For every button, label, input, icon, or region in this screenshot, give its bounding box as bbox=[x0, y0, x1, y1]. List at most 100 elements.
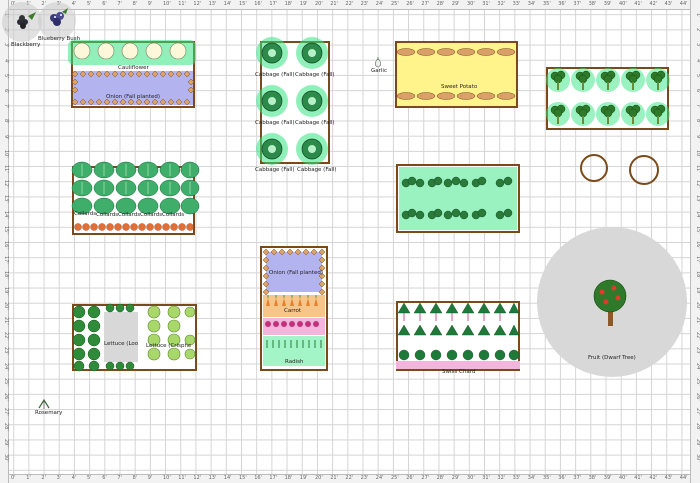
lettuce-plants bbox=[72, 303, 196, 372]
ruler-tick-label: 15' bbox=[3, 225, 9, 234]
ruler-tick-label: 23' bbox=[360, 475, 369, 481]
ruler-tick-label: 18' bbox=[284, 1, 293, 7]
ruler-tick-label: 18' bbox=[695, 271, 700, 280]
ruler-tick-label: 9' bbox=[695, 134, 700, 140]
ruler-tick-label: 27' bbox=[421, 1, 430, 7]
ruler-tick-label: 28' bbox=[695, 423, 700, 432]
ruler-tick-label: 31' bbox=[482, 475, 490, 481]
ruler-tick-label: 37' bbox=[573, 475, 582, 481]
lettuce-loose-label: Lettuce (Loo bbox=[104, 341, 139, 347]
ruler-tick-label: 8' bbox=[695, 119, 700, 124]
ruler-tick-label: 7' bbox=[117, 475, 122, 481]
onion-fall-label: Onion (Fall planted) bbox=[106, 94, 160, 100]
ruler-tick-label: 27' bbox=[3, 408, 9, 416]
ruler-tick-label: 3' bbox=[56, 475, 62, 481]
ruler-tick-label: 9' bbox=[3, 134, 9, 140]
garden-planner-canvas[interactable]: 0'0'1'1'2'2'3'3'4'4'5'5'6'6'7'7'8'8'9'9'… bbox=[0, 0, 700, 483]
ruler-tick-label: 30' bbox=[467, 1, 475, 7]
ruler-tick-label: 43' bbox=[664, 475, 673, 481]
ruler-tick-label: 31' bbox=[482, 1, 490, 7]
ruler-tick-label: 4' bbox=[71, 475, 77, 481]
ruler-tick-label: 8' bbox=[132, 1, 138, 7]
rosemary-label: Rosemary bbox=[35, 410, 63, 416]
ruler-tick-label: 33' bbox=[512, 1, 521, 7]
ruler-tick-label: 10' bbox=[163, 1, 171, 7]
ruler-tick-label: 14' bbox=[695, 210, 700, 219]
blackberry-plant[interactable] bbox=[2, 2, 42, 42]
ruler-tick-label: 9' bbox=[147, 1, 153, 7]
cabbage-label-1: Cabbage (Fall) bbox=[255, 72, 295, 78]
ruler-tick-label: 17' bbox=[695, 256, 700, 264]
ruler-tick-label: 16' bbox=[3, 241, 9, 249]
ruler-tick-label: 16' bbox=[254, 1, 262, 7]
cabbage-label-6: Cabbage (Fall) bbox=[297, 167, 337, 173]
ruler-tick-label: 25' bbox=[695, 377, 700, 386]
ruler-tick-label: 11' bbox=[695, 165, 700, 173]
ruler-tick-label: 19' bbox=[3, 286, 9, 295]
sweet-potato-label: Sweet Potato bbox=[441, 84, 478, 90]
ruler-tick-label: 41' bbox=[634, 475, 642, 481]
ruler-tick-label: 39' bbox=[603, 475, 612, 481]
ruler-tick-label: 17' bbox=[3, 256, 9, 264]
ruler-tick-label: 22' bbox=[345, 1, 354, 7]
rosemary-icon[interactable] bbox=[37, 398, 51, 410]
ruler-tick-label: 7' bbox=[117, 1, 122, 7]
ruler-tick-label: 23' bbox=[3, 347, 9, 356]
ruler-tick-label: 30' bbox=[467, 475, 475, 481]
ruler-tick-label: 21' bbox=[330, 1, 338, 7]
blueberry-icon bbox=[50, 8, 68, 26]
ruler-tick-label: 11' bbox=[178, 475, 186, 481]
ruler-tick-label: 22' bbox=[345, 475, 354, 481]
ruler-tick-label: 15' bbox=[239, 1, 247, 7]
ruler-tick-label: 0' bbox=[11, 475, 16, 481]
ruler-tick-label: 13' bbox=[695, 195, 700, 204]
ruler-tick-label: 3' bbox=[3, 43, 9, 48]
blueberry-bush-plant[interactable] bbox=[38, 2, 76, 40]
ruler-tick-label: 30' bbox=[695, 453, 700, 462]
broccoli-plants bbox=[546, 68, 670, 126]
onion-border-icons bbox=[71, 70, 195, 106]
cabbage-label-5: Cabbage (Fall) bbox=[255, 167, 295, 173]
ruler-tick-label: 2' bbox=[41, 475, 46, 481]
empty-container-1[interactable] bbox=[580, 154, 608, 182]
ruler-tick-label: 29' bbox=[695, 438, 700, 447]
ruler-tick-label: 17' bbox=[269, 475, 278, 481]
radish-label: Radish bbox=[285, 359, 304, 365]
ruler-tick-label: 19' bbox=[695, 286, 700, 295]
ruler-tick-label: 7' bbox=[3, 104, 9, 109]
ruler-tick-label: 19' bbox=[299, 475, 308, 481]
empty-container-2[interactable] bbox=[629, 155, 659, 185]
ruler-tick-label: 44' bbox=[679, 1, 688, 7]
ruler-tick-label: 5' bbox=[87, 475, 92, 481]
ruler-tick-label: 23' bbox=[360, 1, 369, 7]
ruler-tick-label: 29' bbox=[451, 1, 460, 7]
ruler-tick-label: 12' bbox=[695, 180, 700, 188]
ruler-tick-label: 16' bbox=[254, 475, 262, 481]
cabbage-plants bbox=[256, 37, 328, 165]
ruler-tick-label: 6' bbox=[102, 475, 107, 481]
ruler-tick-label: 38' bbox=[588, 1, 597, 7]
ruler-tick-label: 42' bbox=[649, 475, 658, 481]
ruler-tick-label: 39' bbox=[603, 1, 612, 7]
swiss-chard-label: Swiss Chard bbox=[442, 369, 476, 375]
ruler-tick-label: 18' bbox=[284, 475, 293, 481]
cabbage-label-4: Cabbage (Fall) bbox=[295, 120, 335, 126]
lettuce-crisphead-label: Lettuce (Crisphe bbox=[146, 343, 192, 349]
ruler-tick-label: 10' bbox=[163, 475, 171, 481]
ruler-tick-label: 27' bbox=[695, 408, 700, 416]
ruler-tick-label: 12' bbox=[193, 1, 202, 7]
ruler-tick-label: 22' bbox=[695, 332, 700, 340]
ruler-tick-label: 40' bbox=[619, 475, 627, 481]
ruler-tick-label: 8' bbox=[3, 119, 9, 124]
ruler-tick-label: 29' bbox=[3, 438, 9, 447]
ruler-tick-label: 14' bbox=[223, 1, 232, 7]
sweet-potato-plants bbox=[396, 48, 516, 100]
ruler-tick-label: 13' bbox=[208, 1, 217, 7]
ruler-tick-label: 32' bbox=[497, 1, 506, 7]
ruler-tick-label: 20' bbox=[695, 301, 700, 310]
collards-label-1: Collards bbox=[74, 211, 97, 217]
ruler-tick-label: 4' bbox=[3, 58, 9, 64]
ruler-tick-label: 33' bbox=[512, 475, 521, 481]
onion-fall-label-2: Onion (Fall planted) bbox=[269, 270, 323, 276]
ruler-tick-label: 12' bbox=[193, 475, 202, 481]
